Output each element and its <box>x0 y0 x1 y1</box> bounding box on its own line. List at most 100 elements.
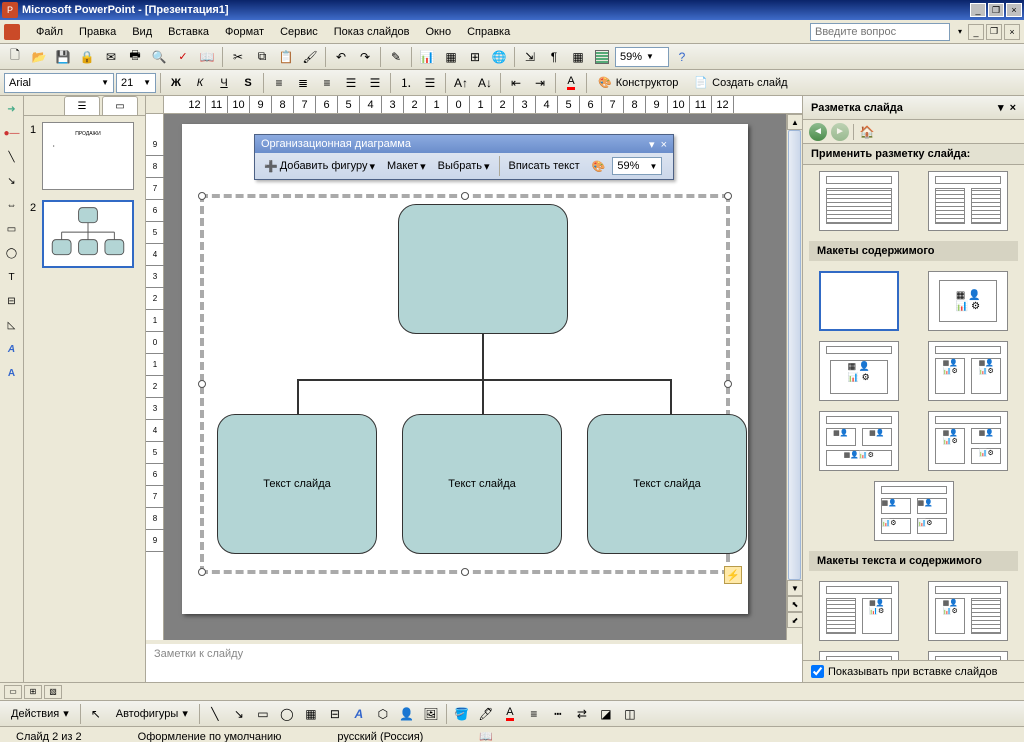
org-zoom-select[interactable]: 59%▼ <box>612 157 662 175</box>
spellcheck-button[interactable]: ✓ <box>172 46 194 68</box>
task-pane-dropdown-icon[interactable]: ▾ <box>998 102 1004 114</box>
layout-title-content[interactable] <box>819 171 899 231</box>
ink-button[interactable]: ✎ <box>385 46 407 68</box>
layout-four-content[interactable]: ▦👤 ▦👤 📊⚙ 📊⚙ <box>874 481 954 541</box>
email-button[interactable]: ✉ <box>100 46 122 68</box>
underline-button[interactable]: Ч <box>213 72 235 94</box>
align-left-button[interactable]: ≡ <box>268 72 290 94</box>
fit-text-button[interactable]: Вписать текст <box>504 156 585 176</box>
autoformat-button[interactable]: 🎨 <box>587 156 611 176</box>
help-button[interactable]: ? <box>671 46 693 68</box>
layout-two-left-text[interactable]: ▦👤 📊⚙ <box>928 651 1008 660</box>
close-button[interactable]: × <box>1006 3 1022 17</box>
nav-back-button[interactable]: ◄ <box>809 123 827 141</box>
decrease-font-button[interactable]: A↓ <box>474 72 496 94</box>
show-formatting-button[interactable]: ¶ <box>543 46 565 68</box>
rail-oval-icon[interactable]: ◯ <box>3 244 21 262</box>
layout-button[interactable]: Макет ▾ <box>382 156 431 176</box>
org-top-box[interactable] <box>398 204 568 334</box>
sorter-view-button[interactable]: ⊞ <box>24 685 42 699</box>
status-spellcheck-icon[interactable]: 📖 <box>471 729 501 742</box>
vertical-ruler[interactable]: 9876543210123456789 <box>146 114 164 640</box>
org-chart-toolbar[interactable]: Организационная диаграмма ▾× ➕ Добавить … <box>254 134 674 180</box>
doc-close-button[interactable]: × <box>1004 24 1020 40</box>
grid-button[interactable]: ▦ <box>567 46 589 68</box>
chart-button[interactable]: 📊 <box>416 46 438 68</box>
slide-surface[interactable]: Текст слайда Текст слайда Текст слайда ⚡ <box>182 124 748 614</box>
rectangle-tool[interactable]: ▭ <box>252 703 274 725</box>
font-size-select[interactable]: 21▼ <box>116 73 156 93</box>
task-pane-close-icon[interactable]: × <box>1010 102 1016 114</box>
decrease-indent-button[interactable]: ⇤ <box>505 72 527 94</box>
rail-text-icon[interactable]: T <box>3 268 21 286</box>
paste-button[interactable]: 📋 <box>275 46 297 68</box>
rail-wordart2-icon[interactable]: A <box>3 364 21 382</box>
align-center-button[interactable]: ≣ <box>292 72 314 94</box>
rail-arrow-icon[interactable]: ➜ <box>3 100 21 118</box>
line-style-button[interactable]: ≡ <box>523 703 545 725</box>
smart-tag-icon[interactable]: ⚡ <box>724 566 742 584</box>
oval-tool[interactable]: ◯ <box>276 703 298 725</box>
save-button[interactable]: 💾 <box>52 46 74 68</box>
select-objects-button[interactable]: ↖ <box>85 703 107 725</box>
rail-arrow2-icon[interactable]: ↘ <box>3 172 21 190</box>
layout-vertical-two[interactable]: ▦👤 ▦👤 ▦👤📊⚙ <box>819 411 899 471</box>
menu-insert[interactable]: Вставка <box>160 24 217 40</box>
wordart-tool[interactable]: A <box>348 703 370 725</box>
diagram-tool[interactable]: ⬡ <box>372 703 394 725</box>
undo-button[interactable]: ↶ <box>330 46 352 68</box>
preview-button[interactable]: 🔍 <box>148 46 170 68</box>
thumbnail-2[interactable]: 2 <box>30 200 139 268</box>
slideshow-view-button[interactable]: ▧ <box>44 685 62 699</box>
layout-three-content[interactable]: ▦👤📊⚙ ▦👤 📊⚙ <box>928 411 1008 471</box>
3d-style-button[interactable]: ◫ <box>619 703 641 725</box>
design-button[interactable]: 🎨 Конструктор <box>591 72 685 94</box>
line-tool[interactable]: ╲ <box>204 703 226 725</box>
format-painter-button[interactable]: 🖌 <box>299 46 321 68</box>
textbox-tool[interactable]: ▦ <box>300 703 322 725</box>
menu-tools[interactable]: Сервис <box>272 24 326 40</box>
clipart-tool[interactable]: 👤 <box>396 703 418 725</box>
horizontal-ruler[interactable]: 1211109876543210123456789101112 <box>164 96 802 114</box>
picture-tool[interactable]: 🖼 <box>420 703 442 725</box>
line-color-button[interactable]: 🖊 <box>475 703 497 725</box>
layout-text-right[interactable]: ▦👤📊⚙ <box>928 581 1008 641</box>
org-toolbar-close-icon[interactable]: × <box>661 139 667 151</box>
menu-file[interactable]: Файл <box>28 24 71 40</box>
rail-line-icon[interactable]: ╲ <box>3 148 21 166</box>
slide-canvas[interactable]: Текст слайда Текст слайда Текст слайда ⚡… <box>164 114 802 640</box>
rail-rect-icon[interactable]: ▭ <box>3 220 21 238</box>
actions-menu[interactable]: Действия ▾ <box>4 703 76 725</box>
research-button[interactable]: 📖 <box>196 46 218 68</box>
menu-view[interactable]: Вид <box>124 24 160 40</box>
ask-input[interactable] <box>810 23 950 41</box>
rail-callout-icon[interactable]: ◺ <box>3 316 21 334</box>
notes-pane[interactable]: Заметки к слайду <box>146 640 802 682</box>
expand-button[interactable]: ⇲ <box>519 46 541 68</box>
zoom-select[interactable]: 59%▼ <box>615 47 669 67</box>
thumbnail-1[interactable]: 1 ПРОДАЖИ • <box>30 122 139 190</box>
font-color-draw-button[interactable]: A <box>499 703 521 725</box>
new-slide-button[interactable]: 📄 Создать слайд <box>687 72 794 94</box>
vert-textbox-tool[interactable]: ⊟ <box>324 703 346 725</box>
layout-blank[interactable] <box>819 271 899 331</box>
hyperlink-button[interactable]: 🌐 <box>488 46 510 68</box>
menu-help[interactable]: Справка <box>459 24 518 40</box>
org-child-1[interactable]: Текст слайда <box>217 414 377 554</box>
font-select[interactable]: Arial▼ <box>4 73 114 93</box>
bold-button[interactable]: Ж <box>165 72 187 94</box>
copy-button[interactable]: ⧉ <box>251 46 273 68</box>
align-right-button[interactable]: ≡ <box>316 72 338 94</box>
nav-forward-button[interactable]: ► <box>831 123 849 141</box>
rail-double-icon[interactable]: ⇔ <box>3 196 21 214</box>
fill-color-button[interactable]: 🪣 <box>451 703 473 725</box>
nav-home-button[interactable]: 🏠 <box>858 123 876 141</box>
org-child-2[interactable]: Текст слайда <box>402 414 562 554</box>
show-on-insert-checkbox[interactable] <box>811 665 824 678</box>
autoshapes-menu[interactable]: Автофигуры ▾ <box>109 703 195 725</box>
font-color-button[interactable]: A <box>560 72 582 94</box>
layout-title-content2[interactable]: ▦ 👤📊 ⚙ <box>819 341 899 401</box>
normal-view-button[interactable]: ▭ <box>4 685 22 699</box>
layout-text-two-right[interactable]: ▦👤 📊⚙ <box>819 651 899 660</box>
layout-text-left[interactable]: ▦👤📊⚙ <box>819 581 899 641</box>
